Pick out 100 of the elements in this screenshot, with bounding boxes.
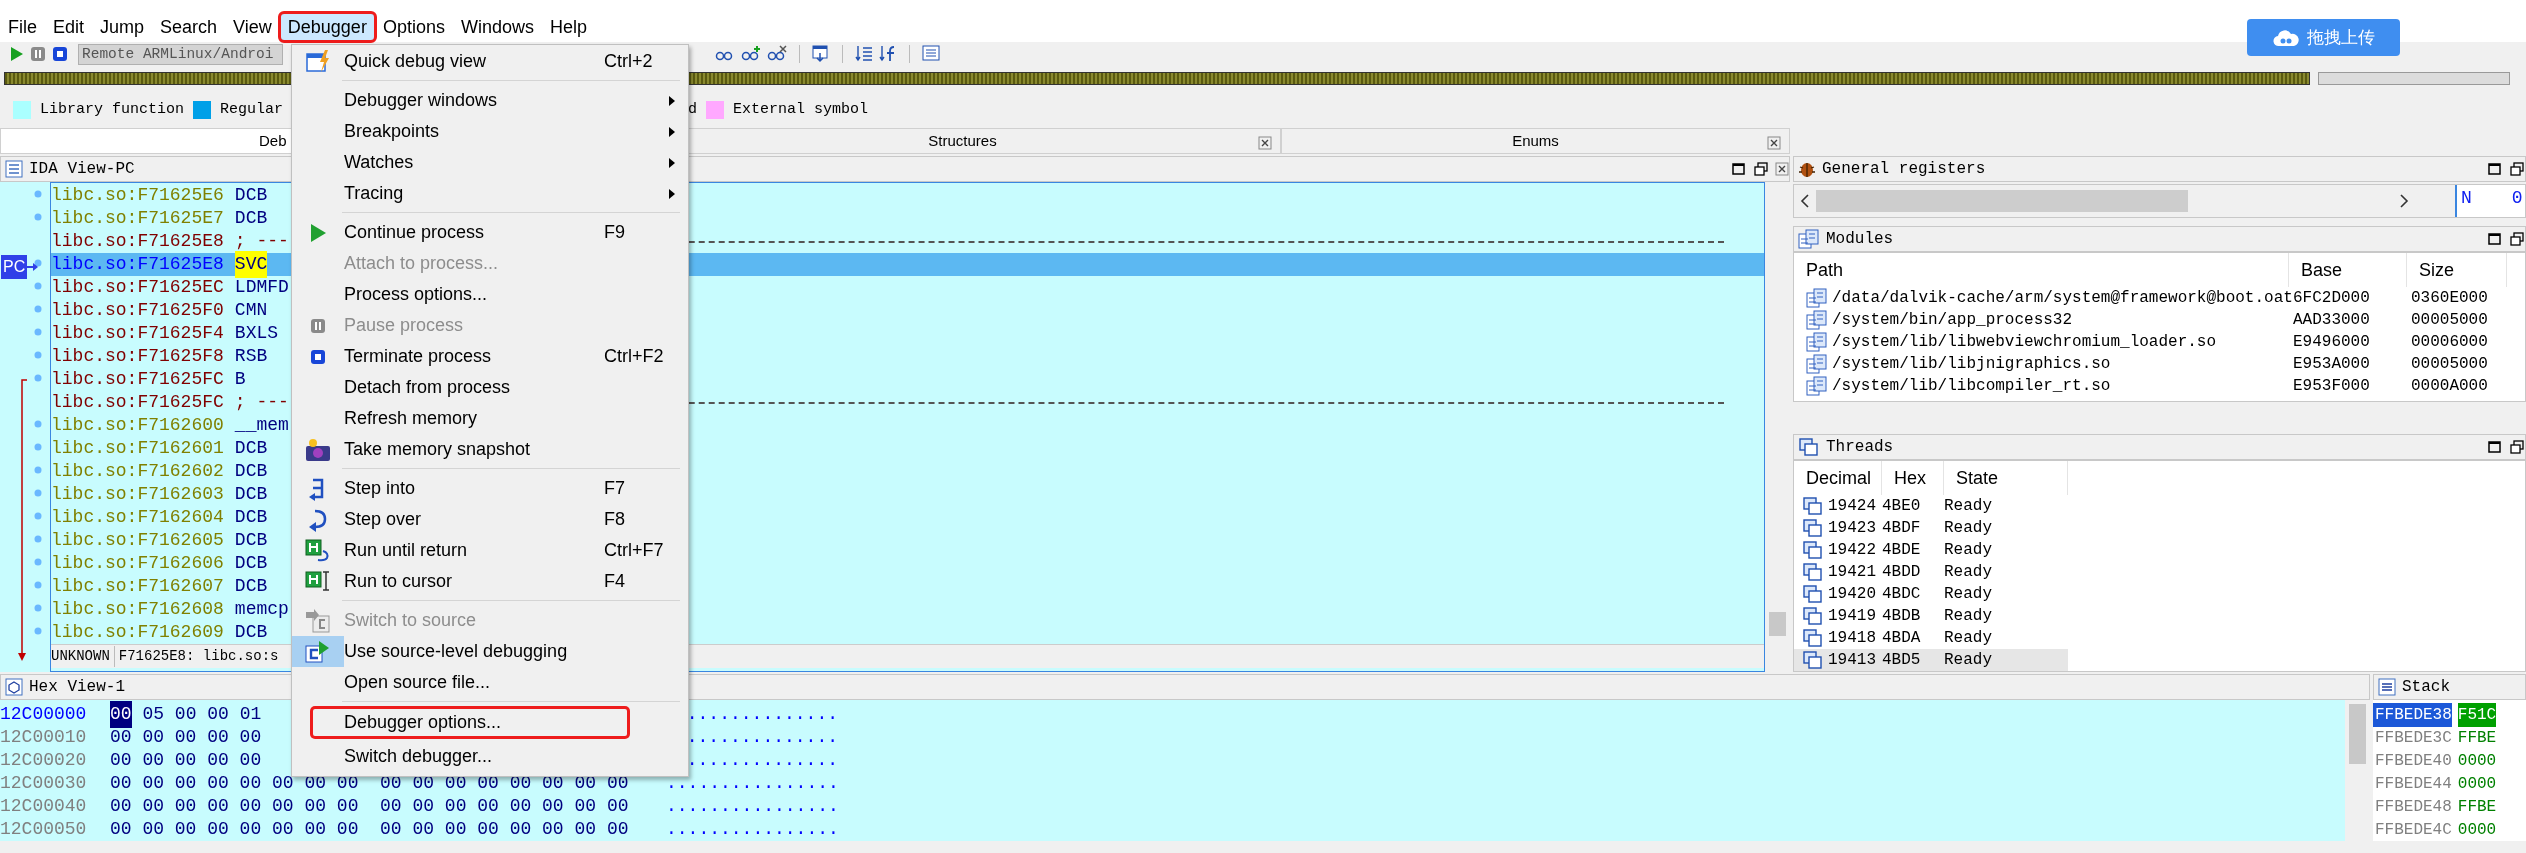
thread-row[interactable]: 19421 4BDD Ready — [1794, 561, 2068, 583]
scroll-right-icon[interactable] — [2399, 194, 2409, 208]
thread-row[interactable]: 19420 4BDC Ready — [1794, 583, 2068, 605]
bug-icon — [1798, 160, 1816, 178]
menu-item[interactable]: Use source-level debugging — [292, 636, 688, 667]
table-cell-text: 19418 — [1828, 628, 1877, 649]
line-dot-icon — [34, 282, 42, 290]
glasses-plus-icon[interactable] — [741, 45, 761, 63]
menu-bar-item[interactable]: Windows — [452, 13, 542, 41]
thread-row[interactable]: 19413 4BD5 Ready — [1794, 649, 2068, 671]
menu-item[interactable]: Run until return Ctrl+F7 — [292, 535, 688, 566]
stack-address: FFBEDE48 — [2374, 796, 2452, 818]
table-cell-text: Ready — [1944, 584, 1993, 605]
thread-icon — [1802, 562, 1824, 582]
line-address: libc.so:F71625E8 — [51, 253, 224, 276]
column-header[interactable]: Hex — [1882, 461, 1944, 495]
close-icon[interactable] — [1775, 162, 1789, 176]
menu-item[interactable]: Debugger windows — [292, 85, 688, 116]
menu-bar-item[interactable]: View — [225, 13, 280, 41]
stop-icon[interactable] — [52, 46, 68, 62]
restore-icon[interactable] — [2509, 161, 2525, 177]
tab-close-icon[interactable] — [1767, 136, 1781, 150]
menu-item[interactable]: Switch debugger... — [292, 741, 688, 772]
hex-bytes: 00 00 00 00 00 — [110, 726, 262, 749]
menu-item[interactable]: Run to cursor F4 — [292, 566, 688, 597]
table-cell-text: 4BE0 — [1882, 496, 1922, 517]
hex-bytes: 00 00 00 00 00 — [110, 749, 262, 772]
instruction: SVC — [234, 251, 268, 278]
menu-bar-item[interactable]: Help — [541, 13, 595, 41]
menu-item[interactable]: Take memory snapshot — [292, 434, 688, 465]
thread-row[interactable]: 19424 4BE0 Ready — [1794, 495, 2068, 517]
listing-icon — [5, 160, 23, 178]
scroll-left-icon[interactable] — [1800, 194, 1810, 208]
scrollbar[interactable] — [1765, 182, 1790, 672]
table-cell-text: 4BDB — [1882, 606, 1922, 627]
maximize-icon[interactable] — [2487, 439, 2503, 455]
thread-row[interactable]: 19422 4BDE Ready — [1794, 539, 2068, 561]
pause-icon[interactable] — [30, 46, 46, 62]
column-header[interactable]: Base — [2289, 253, 2407, 287]
table-cell-text: 0000A000 — [2410, 376, 2489, 397]
maximize-icon[interactable] — [2487, 231, 2503, 247]
table-cell-text: 19420 — [1828, 584, 1877, 605]
shortcut-text: F4 — [604, 570, 625, 593]
menu-bar-item[interactable]: Options — [374, 13, 453, 41]
line-dot-icon — [34, 558, 42, 566]
menu-item[interactable]: Open source file... — [292, 667, 688, 698]
table-cell-text: AAD33000 — [2292, 310, 2371, 331]
menu-item[interactable]: Tracing — [292, 178, 688, 209]
horizontal-scrollbar[interactable] — [1794, 185, 2455, 217]
hex-address: 12C00040 — [0, 795, 88, 818]
legend-label: External symbol — [733, 99, 869, 120]
line-address: libc.so:F7162609 — [51, 621, 224, 644]
debugger-select[interactable]: Remote ARMLinux/Androi — [78, 43, 283, 65]
menu-item[interactable]: Continue process F9 — [292, 217, 688, 248]
menu-item[interactable]: Refresh memory — [292, 403, 688, 434]
menu-bar-item[interactable]: Search — [152, 13, 226, 41]
restore-icon[interactable] — [2509, 231, 2525, 247]
column-header[interactable]: Size — [2407, 253, 2507, 287]
stop-icon[interactable] — [310, 348, 326, 365]
tab-close-icon[interactable] — [1258, 136, 1272, 150]
play-icon[interactable] — [10, 46, 24, 62]
line-address: libc.so:F71625F8 — [51, 345, 224, 368]
pc-marker: PC — [1, 255, 28, 279]
thread-icon — [1802, 628, 1824, 648]
scrollbar[interactable] — [2345, 700, 2370, 841]
thread-row[interactable]: 19418 4BDA Ready — [1794, 627, 2068, 649]
menu-bar-item[interactable]: Debugger — [279, 13, 375, 41]
menu-item[interactable]: Detach from process — [292, 372, 688, 403]
table-cell-text: 4BDE — [1882, 540, 1922, 561]
maximize-icon[interactable] — [2487, 161, 2503, 177]
window-list-icon[interactable] — [922, 45, 940, 63]
menu-bar-item[interactable]: File — [0, 13, 45, 41]
glasses-cross-icon[interactable] — [767, 45, 787, 63]
menu-item[interactable]: Debugger options... — [310, 706, 630, 739]
cloud-icon — [2272, 27, 2299, 48]
list-function-icon[interactable] — [879, 45, 897, 63]
menu-item[interactable]: Terminate process Ctrl+F2 — [292, 341, 688, 372]
column-header[interactable]: State — [1944, 461, 2068, 495]
restore-icon[interactable] — [1753, 161, 1769, 177]
column-header[interactable]: Decimal — [1794, 461, 1882, 495]
column-header[interactable]: Path — [1794, 253, 2289, 287]
line-dot-icon — [34, 466, 42, 474]
menu-item[interactable]: Quick debug view Ctrl+2 — [292, 46, 688, 77]
menu-item[interactable]: Step into F7 — [292, 473, 688, 504]
menu-item[interactable]: Process options... — [292, 279, 688, 310]
window-arrow-icon[interactable] — [812, 45, 830, 63]
ascii-text: ................ — [666, 795, 838, 818]
list-arrow-icon[interactable] — [855, 45, 873, 63]
instruction: CMN — [234, 299, 268, 322]
tab[interactable]: Enums — [1281, 128, 1790, 154]
table-cell-text: E9496000 — [2292, 332, 2371, 353]
hex-cursor[interactable]: 00 — [110, 701, 132, 728]
menu-bar-item[interactable]: Jump — [92, 13, 153, 41]
menu-bar-item[interactable]: Edit — [45, 13, 93, 41]
thread-row[interactable]: 19419 4BDB Ready — [1794, 605, 2068, 627]
menu-item[interactable]: Step over F8 — [292, 504, 688, 535]
restore-icon[interactable] — [2509, 439, 2525, 455]
thread-row[interactable]: 19423 4BDF Ready — [1794, 517, 2068, 539]
line-address: libc.so:F71625F4 — [51, 322, 224, 345]
maximize-icon[interactable] — [1731, 161, 1747, 177]
